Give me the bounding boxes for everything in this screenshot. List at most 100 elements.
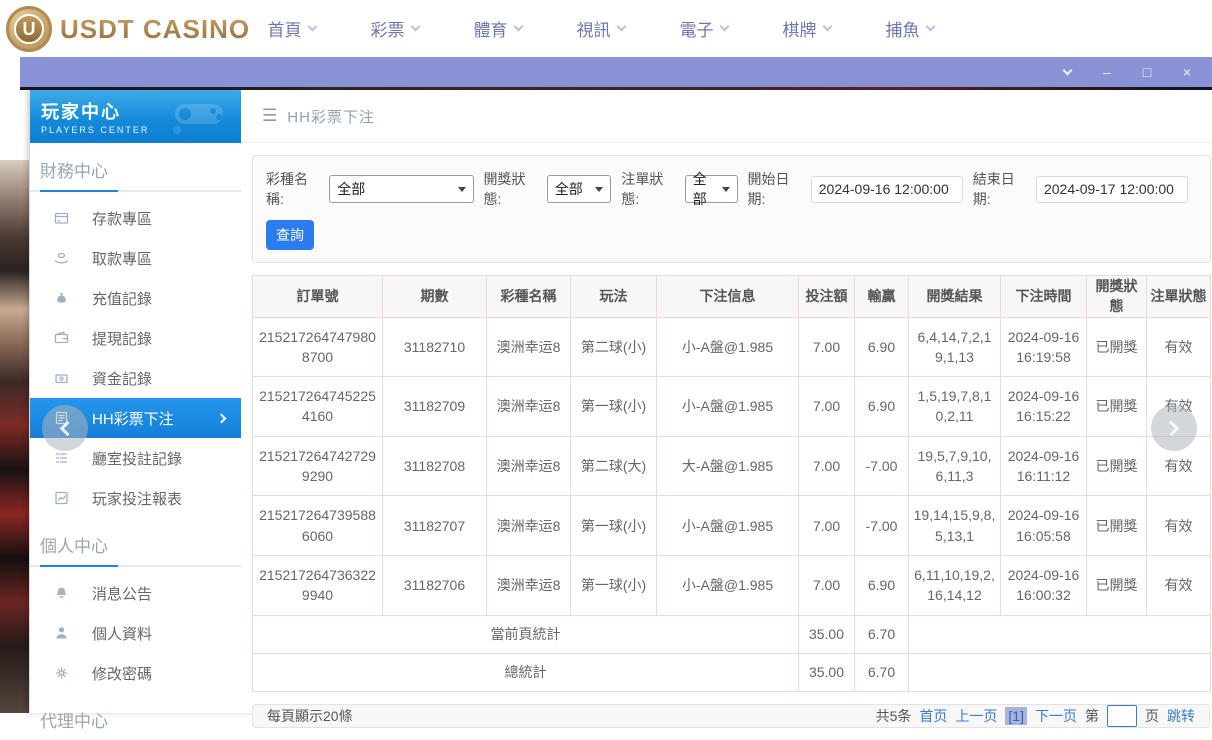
table-cell: 2152172647363229940 [253,555,383,615]
menu-item-fishing[interactable]: 捕魚 [858,16,961,41]
hamburger-icon[interactable]: ☰ [262,106,277,126]
carousel-right-button[interactable] [1151,405,1197,451]
sidebar-item-deposit[interactable]: 存款專區 [30,198,241,238]
table-cell: 2024-09-16 16:19:58 [1001,317,1087,377]
section-title-agent: 代理中心 [30,693,241,740]
table-cell: 有效 [1147,496,1211,556]
table-cell: 有效 [1147,555,1211,615]
jump-label-post: 页 [1145,706,1159,726]
table-cell: 7.00 [799,496,855,556]
table-cell: -7.00 [855,496,909,556]
hand-coins-icon [53,250,70,266]
window-close-icon[interactable]: × [1180,65,1194,79]
bell-icon [53,585,70,601]
table-row: 215217264739588606031182707澳洲幸运8第一球(小)小-… [253,496,1211,556]
menu-item-home[interactable]: 首頁 [240,16,343,41]
table-cell: 2024-09-16 16:05:58 [1001,496,1087,556]
window-dropdown-icon[interactable] [1060,65,1074,79]
menu-label: 首頁 [268,16,302,41]
caret-down-icon [458,187,466,192]
section-title-personal: 個人中心 [30,518,241,565]
end-date-input[interactable] [1036,176,1188,203]
menu-item-lottery[interactable]: 彩票 [343,16,446,41]
column-header: 注單狀態 [1147,276,1211,318]
report-icon [53,490,70,506]
caret-down-icon [595,187,603,192]
sidebar-item-announcements[interactable]: 消息公告 [30,573,241,613]
first-page-link[interactable]: 首页 [919,706,947,726]
summary-winloss-total: 6.70 [855,615,909,653]
sidebar-item-profile[interactable]: 個人資料 [30,613,241,653]
chevron-down-icon [410,22,420,32]
section-title-finance: 財務中心 [30,143,241,190]
start-date-label: 開始日期: [748,169,806,209]
sidebar-item-change-password[interactable]: 修改密碼 [30,653,241,693]
table-cell: 6.90 [855,377,909,437]
table-cell: 已開獎 [1087,377,1147,437]
order-status-select[interactable]: 全部 [685,175,738,203]
table-body: 215217264747980870031182710澳洲幸运8第二球(小)小-… [253,317,1211,615]
order-status-filter-label: 注單狀態: [621,169,679,209]
table-cell: 6,4,14,7,2,19,1,13 [909,317,1001,377]
wallet-icon [53,330,70,346]
coin-logo-icon: U [6,6,52,52]
column-header: 開獎狀態 [1087,276,1147,318]
table-cell: 2152172647452254160 [253,377,383,437]
table-summary: 當前頁統計 35.00 6.70 總統計 35.00 6.70 [253,615,1211,691]
start-date-input[interactable] [811,176,963,203]
current-page-badge: [1] [1005,707,1027,725]
search-button[interactable]: 查詢 [266,220,314,250]
sidebar-item-recharge-record[interactable]: 充值記錄 [30,278,241,318]
purse-icon [53,370,70,386]
table-cell: 澳洲幸运8 [487,317,571,377]
menu-item-sports[interactable]: 體育 [446,16,549,41]
menu-item-cards[interactable]: 棋牌 [755,16,858,41]
menu-label: 電子 [680,16,714,41]
draw-status-select[interactable]: 全部 [547,175,612,203]
table-cell: 1,5,19,7,8,10,2,11 [909,377,1001,437]
table-cell: 31182710 [383,317,487,377]
table-cell: 澳洲幸运8 [487,377,571,437]
sidebar-item-label: 修改密碼 [92,663,152,684]
site-logo[interactable]: U USDT CASINO [6,6,250,52]
summary-row-total: 總統計 35.00 6.70 [253,653,1211,691]
sidebar-item-withdraw[interactable]: 取款專區 [30,238,241,278]
table-cell: 31182707 [383,496,487,556]
coin-letter: U [14,14,44,44]
menu-label: 棋牌 [783,16,817,41]
table-cell: 大-A盤@1.985 [657,436,799,496]
table-footer: 每頁顯示20條 共5条 首页 上一页 [1] 下一页 第 页 跳转 [252,704,1210,728]
next-page-link[interactable]: 下一页 [1035,706,1077,726]
table-cell: 第一球(小) [571,555,657,615]
window-maximize-icon[interactable]: □ [1140,65,1154,79]
sidebar-item-withdraw-record[interactable]: 提現記錄 [30,318,241,358]
table-cell: 已開獎 [1087,555,1147,615]
summary-empty [909,653,1211,691]
sidebar-item-player-bet-report[interactable]: 玩家投注報表 [30,478,241,518]
chevron-down-icon [719,22,729,32]
lottery-select[interactable]: 全部 [329,175,473,203]
table-cell: 6,11,10,19,2,16,14,12 [909,555,1001,615]
column-header: 輸贏 [855,276,909,318]
table-cell: 19,5,7,9,10,6,11,3 [909,436,1001,496]
column-header: 下注時間 [1001,276,1087,318]
table-cell: 31182709 [383,377,487,437]
window-minimize-icon[interactable]: – [1100,65,1114,79]
prev-page-link[interactable]: 上一页 [955,706,997,726]
menu-item-slots[interactable]: 電子 [652,16,755,41]
jump-label-pre: 第 [1085,706,1099,726]
sidebar-item-funds-record[interactable]: 資金記錄 [30,358,241,398]
page-header: ☰ HH彩票下注 [241,90,1212,143]
table-cell: 小-A盤@1.985 [657,377,799,437]
table-cell: 已開獎 [1087,317,1147,377]
summary-bet-total: 35.00 [799,653,855,691]
carousel-left-button[interactable] [42,405,88,451]
table-cell: 7.00 [799,436,855,496]
caret-down-icon [722,187,730,192]
jump-go-link[interactable]: 跳转 [1167,706,1195,726]
summary-row-page: 當前頁統計 35.00 6.70 [253,615,1211,653]
column-header: 開獎結果 [909,276,1001,318]
page-jump-input[interactable] [1107,705,1137,727]
window-titlebar: – □ × [20,57,1212,87]
menu-item-video[interactable]: 視訊 [549,16,652,41]
